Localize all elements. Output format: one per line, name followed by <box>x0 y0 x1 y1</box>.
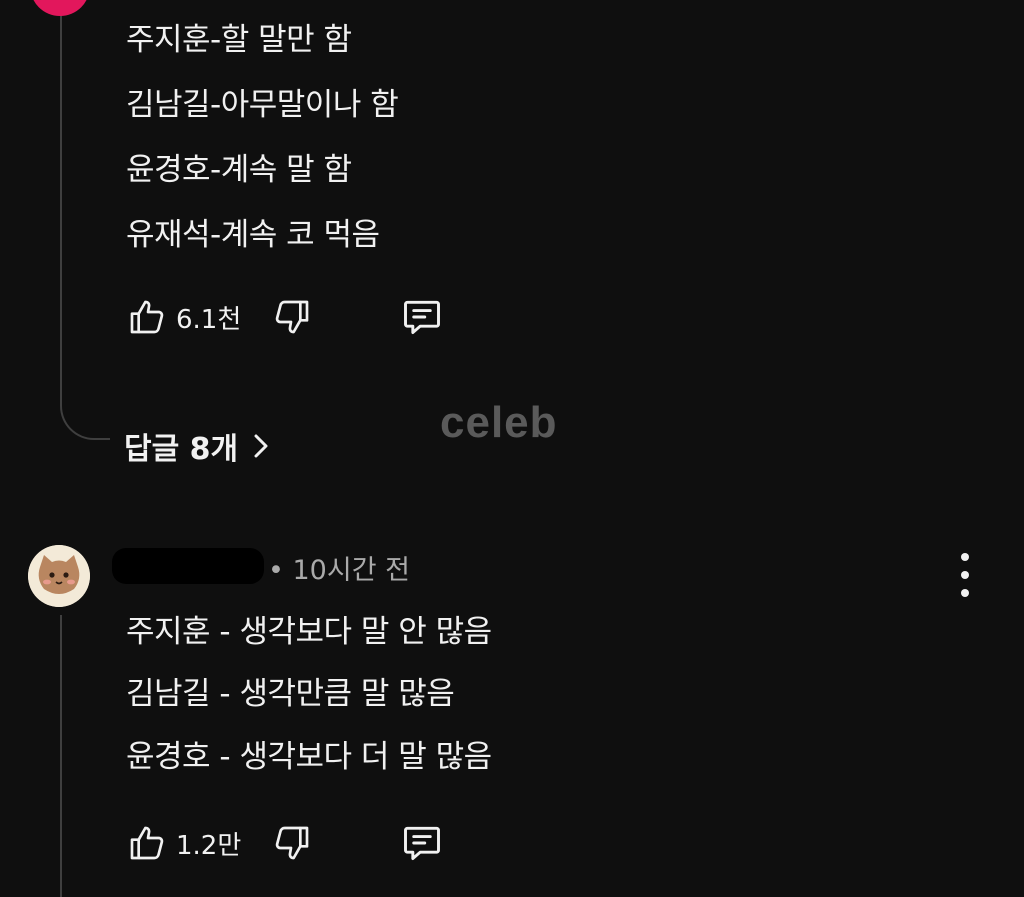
avatar[interactable] <box>30 0 90 16</box>
avatar[interactable] <box>28 545 90 607</box>
redacted-username <box>112 548 264 584</box>
comment-icon[interactable] <box>399 294 445 340</box>
comment-actions: 1.2만 <box>124 820 445 866</box>
thumbs-up-icon[interactable] <box>124 820 170 866</box>
comment-timestamp: • 10시간 전 <box>268 555 410 586</box>
view-replies-button[interactable]: 답글 8개 <box>124 424 270 468</box>
comment-text-line: 유재석-계속 코 먹음 <box>126 217 380 253</box>
comment-text-line: 윤경호-계속 말 함 <box>126 152 352 188</box>
comment-text-line: 주지훈 - 생각보다 말 안 많음 <box>126 614 492 650</box>
thread-line-bottom <box>60 615 62 897</box>
comment-text-line: 윤경호 - 생각보다 더 말 많음 <box>126 739 492 775</box>
comment-text-line: 주지훈-할 말만 함 <box>126 22 352 58</box>
like-count: 6.1천 <box>176 304 242 335</box>
comment-text-line: 김남길-아무말이나 함 <box>126 87 399 123</box>
watermark: celeb <box>440 398 558 447</box>
like-count: 1.2만 <box>176 830 242 861</box>
replies-label: 답글 8개 <box>124 432 239 467</box>
thread-curve <box>60 380 110 440</box>
more-vertical-icon[interactable] <box>950 553 980 597</box>
comment-text-line: 김남길 - 생각만큼 말 많음 <box>126 676 455 712</box>
comment-icon[interactable] <box>399 820 445 866</box>
thumbs-down-icon[interactable] <box>269 820 315 866</box>
thumbs-up-icon[interactable] <box>124 294 170 340</box>
thumbs-down-icon[interactable] <box>269 294 315 340</box>
chevron-right-icon <box>252 432 270 460</box>
comment-actions: 6.1천 <box>124 294 445 340</box>
thread-line-top <box>60 0 62 400</box>
